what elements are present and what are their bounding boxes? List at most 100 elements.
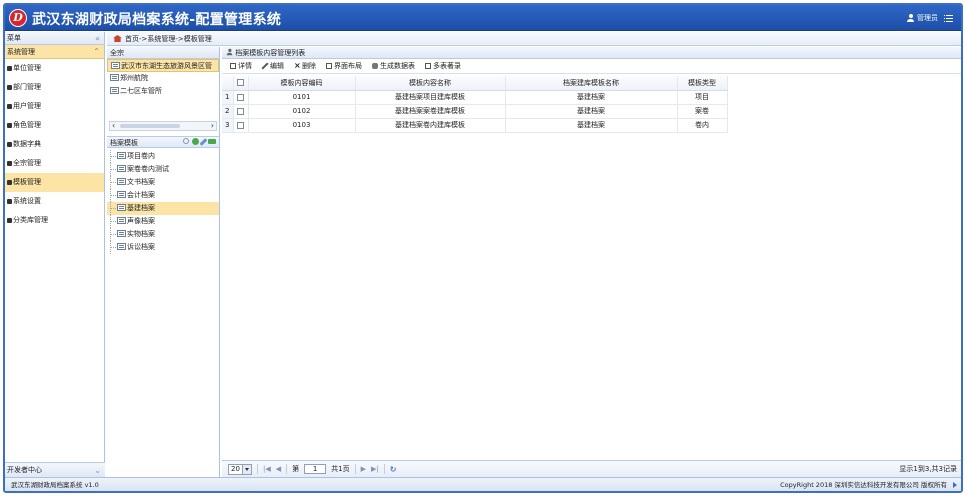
play-icon[interactable]	[953, 482, 957, 488]
user-area[interactable]: 管理员	[907, 13, 953, 23]
template-tree-item[interactable]: 文书档案	[107, 176, 219, 189]
layout-button[interactable]: 界面布局	[321, 59, 367, 73]
menu-list-icon[interactable]	[944, 14, 953, 22]
table-header-row: 模板内容编码 模板内容名称 档案建库模板名称 模板类型	[222, 76, 728, 91]
col-header-type[interactable]: 模板类型	[677, 76, 728, 91]
cell-name: 基建档案项目建库模板	[355, 90, 506, 105]
col-header-library[interactable]: 档案建库模板名称	[505, 76, 678, 91]
sidebar-item-fonds[interactable]: 全宗管理	[5, 154, 104, 173]
collapse-up-icon[interactable]: ⌃	[93, 45, 100, 59]
file-icon	[117, 152, 126, 159]
page-label-post: 共1页	[331, 464, 350, 473]
role-icon	[7, 122, 12, 128]
org-tree-item[interactable]: 二七区车管所	[107, 85, 219, 98]
scrollbar-thumb[interactable]	[120, 124, 180, 128]
template-panel-header: 档案模板	[107, 136, 219, 148]
template-tree-item[interactable]: 会计档案	[107, 189, 219, 202]
expand-down-icon[interactable]: ⌄	[94, 463, 101, 478]
org-tree-item[interactable]: 郑州航院	[107, 72, 219, 85]
template-content-table: 模板内容编码 模板内容名称 档案建库模板名称 模板类型 1 0101 基建档案项…	[222, 76, 728, 133]
file-icon	[117, 243, 126, 250]
detail-button[interactable]: 详情	[225, 59, 257, 73]
sidebar-item-settings[interactable]: 系统设置	[5, 192, 104, 211]
dept-icon	[7, 84, 12, 90]
cell-type: 卷内	[677, 118, 728, 133]
sidebar-item-dict[interactable]: 数据字典	[5, 135, 104, 154]
cell-name: 基建档案案卷建库模板	[355, 104, 506, 119]
sidebar-group-system[interactable]: 系统管理 ⌃	[5, 45, 104, 59]
user-icon	[907, 14, 914, 22]
edit-button[interactable]: 编辑	[257, 59, 289, 73]
dictionary-icon	[7, 141, 12, 147]
template-tree-item[interactable]: 诉讼档案	[107, 241, 219, 254]
org-panel-header: 全宗	[107, 47, 219, 59]
select-all-checkbox[interactable]	[237, 79, 244, 87]
scroll-left-icon[interactable]: ‹	[112, 121, 115, 130]
col-header-name[interactable]: 模板内容名称	[355, 76, 506, 91]
row-checkbox[interactable]	[237, 107, 244, 115]
person-icon	[226, 48, 233, 56]
delete-icon[interactable]	[208, 139, 216, 144]
close-icon: ×	[294, 61, 301, 70]
table-row[interactable]: 2 0102 基建档案案卷建库模板 基建档案 案卷	[222, 104, 728, 119]
sidebar: 菜单 « 系统管理 ⌃ 单位管理 部门管理 用户管理 角色管理 数据字典 全宗管…	[5, 32, 105, 477]
org-tree-item[interactable]: 武汉市东湖生态旅游风景区管	[107, 59, 219, 72]
record-info: 显示1到3,共3记录	[899, 465, 957, 473]
cell-library: 基建档案	[505, 118, 678, 133]
sidebar-item-role[interactable]: 角色管理	[5, 116, 104, 135]
multi-table-icon	[425, 63, 431, 69]
category-icon	[7, 217, 12, 223]
edit-icon[interactable]	[199, 138, 208, 146]
sidebar-item-category[interactable]: 分类库管理	[5, 211, 104, 230]
main-panel-header: 档案模板内容管理列表	[222, 47, 961, 59]
page-number-input[interactable]: 1	[304, 464, 327, 474]
home-icon[interactable]	[113, 35, 122, 42]
fonds-icon	[7, 160, 12, 166]
file-icon	[117, 165, 126, 172]
refresh-icon[interactable]: ↻	[390, 461, 397, 478]
app-footer: 武汉东湖财政局档案系统 v1.0 CopyRight 2018 深圳实信达科技开…	[5, 477, 961, 491]
table-row[interactable]: 3 0103 基建档案卷内建库模板 基建档案 卷内	[222, 118, 728, 133]
multi-table-button[interactable]: 多表著录	[420, 59, 466, 73]
cell-library: 基建档案	[505, 104, 678, 119]
sidebar-item-template[interactable]: 模板管理	[5, 173, 104, 192]
sidebar-item-dept[interactable]: 部门管理	[5, 78, 104, 97]
search-icon[interactable]	[183, 138, 189, 144]
sidebar-item-user[interactable]: 用户管理	[5, 97, 104, 116]
add-icon[interactable]	[192, 138, 199, 145]
last-page-icon[interactable]: ▶|	[371, 461, 379, 478]
prev-page-icon[interactable]: ◀	[276, 461, 281, 478]
next-page-icon[interactable]: ▶	[361, 461, 366, 478]
generate-table-button[interactable]: 生成数据表	[367, 59, 420, 73]
sidebar-item-unit[interactable]: 单位管理	[5, 59, 104, 78]
app-header: D 武汉东湖财政局档案系统-配置管理系统 管理员	[5, 5, 961, 31]
row-checkbox[interactable]	[237, 121, 244, 129]
row-checkbox[interactable]	[237, 93, 244, 101]
delete-button[interactable]: × 删除	[289, 59, 321, 73]
layout-icon	[326, 63, 332, 69]
page-size-select[interactable]: 20	[228, 463, 252, 475]
template-tree-item[interactable]: 基建档案	[107, 202, 219, 215]
user-name[interactable]: 管理员	[917, 13, 938, 23]
template-tree-item[interactable]: 声像档案	[107, 215, 219, 228]
template-tree-item[interactable]: 项目卷内	[107, 150, 219, 163]
cell-library: 基建档案	[505, 90, 678, 105]
file-icon	[117, 178, 126, 185]
sidebar-dev-center[interactable]: 开发者中心 ⌄	[5, 462, 105, 477]
app-title: 武汉东湖财政局档案系统-配置管理系统	[32, 12, 282, 28]
scroll-right-icon[interactable]: ›	[211, 121, 214, 130]
col-header-code[interactable]: 模板内容编码	[248, 76, 356, 91]
footer-copyright: CopyRight 2018 深圳实信达科技开发有限公司 版权所有	[780, 481, 947, 489]
template-tree: 项目卷内 案卷卷内测试 文书档案 会计档案 基建档案 声像档案 实物档案 诉讼档…	[107, 150, 219, 254]
template-tree-item[interactable]: 实物档案	[107, 228, 219, 241]
folder-icon	[110, 87, 119, 94]
chevron-down-icon	[245, 467, 249, 471]
rownum-header	[222, 76, 234, 91]
table-row[interactable]: 1 0101 基建档案项目建库模板 基建档案 项目	[222, 90, 728, 105]
template-tree-item[interactable]: 案卷卷内测试	[107, 163, 219, 176]
unit-icon	[7, 65, 12, 71]
select-all-cell	[233, 76, 249, 91]
org-tree-scrollbar[interactable]: ‹ ›	[109, 121, 217, 131]
collapse-left-icon[interactable]: «	[95, 32, 100, 45]
first-page-icon[interactable]: |◀	[263, 461, 271, 478]
